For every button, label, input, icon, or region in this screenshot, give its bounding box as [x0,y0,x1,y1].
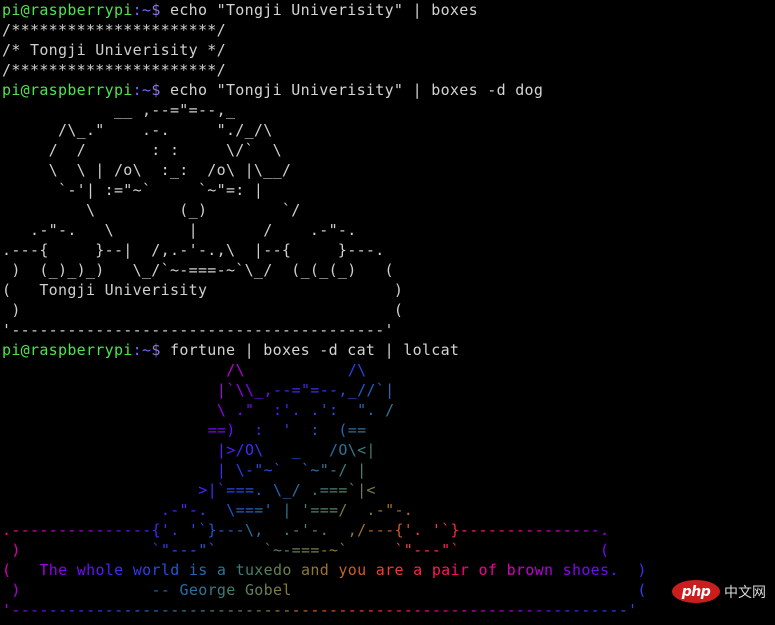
cat-art-line: ) -- George Gobel ( [11,581,647,599]
cat-art-line: \ ." :'. .': ". / [216,401,395,419]
boxes-output-line: /**********************/ [2,61,226,79]
dog-art-line: ) ( [2,301,404,319]
cat-art-line: /\ /\ [226,361,367,379]
prompt-line-3: pi@raspberrypi:~$ fortune | boxes -d cat… [0,340,775,360]
prompt-user-host: pi@raspberrypi [2,341,133,359]
cat-art-line: | \-"~` `~"-/ | [216,461,367,479]
dog-art-line: .-"-. \ | / .-"-. [2,221,357,239]
boxes-output-line: /**********************/ [2,21,226,39]
watermark: php 中文网 [672,580,766,603]
prompt-user-host: pi@raspberrypi [2,81,133,99]
cat-art-line: |`\\_,--="=--,_//`| [216,381,395,399]
prompt-line-1: pi@raspberrypi:~$ echo "Tongji Univerisi… [0,0,775,20]
cat-art-line: ==) : ' : (== [207,421,367,439]
watermark-suffix: 中文网 [724,584,766,601]
prompt-dollar: $ [151,81,161,99]
prompt-dollar: $ [151,341,161,359]
cat-art-line: ) `"---"` `~-===-~` `"---"` ( [11,541,610,559]
terminal-window: pi@raspberrypi:~$ echo "Tongji Univerisi… [0,0,775,625]
prompt-user-host: pi@raspberrypi [2,1,133,19]
dog-art-line: \ (_) `/ [2,201,301,219]
dog-art-line: `-'| :="~` `~"=: | [2,181,264,199]
dog-ascii-art: __ ,--="=--,_ /\_." .-. "./_/\ / / : : \… [0,100,775,340]
cat-art-line: >|`===. \_/ .===`|< [198,481,376,499]
cat-art-line: .-"-. \===' | '===/ .-"-. [160,501,414,519]
dog-art-line: / / : : \/` \ [2,141,282,159]
command-input-3[interactable]: fortune | boxes -d cat | lolcat [161,341,460,359]
dog-art-line: \ \ | /o\ :_: /o\ |\__/ [2,161,292,179]
dog-art-line: .---{ }--| /,.-'-.,\ |--{ }---. [2,241,385,259]
command-input-2[interactable]: echo "Tongji Univerisity" | boxes -d dog [161,81,544,99]
prompt-path: :~ [132,341,152,359]
prompt-path: :~ [132,1,152,19]
prompt-dollar: $ [151,1,161,19]
dog-art-line: ( Tongji Univerisity ) [2,281,404,299]
prompt-line-2: pi@raspberrypi:~$ echo "Tongji Univerisi… [0,80,775,100]
cat-ascii-art-lolcat: /\ /\ |`\\_,--="=--,_//`| \ ." :'. .': "… [0,360,775,620]
dog-art-line: '---------------------------------------… [2,321,394,339]
boxes-output-line: /* Tongji Univerisity */ [2,41,226,59]
dog-art-line: /\_." .-. "./_/\ [2,121,273,139]
cat-art-line: |>/O\ _ /O\<| [216,441,376,459]
php-logo-icon: php [672,580,720,603]
dog-art-line: ) (_)_)_) \_/`~-===-~`\_/ (_(_(_) ( [2,261,394,279]
command-input-1[interactable]: echo "Tongji Univerisity" | boxes [161,1,478,19]
cat-art-line: '---------------------------------------… [2,601,638,619]
cat-art-line: ( The whole world is a tuxedo and you ar… [2,561,647,579]
cat-art-line: .---------------{'. '`}---\, .-'-. ,/---… [2,521,610,539]
prompt-path: :~ [132,81,152,99]
dog-art-line: __ ,--="=--,_ [2,101,236,119]
